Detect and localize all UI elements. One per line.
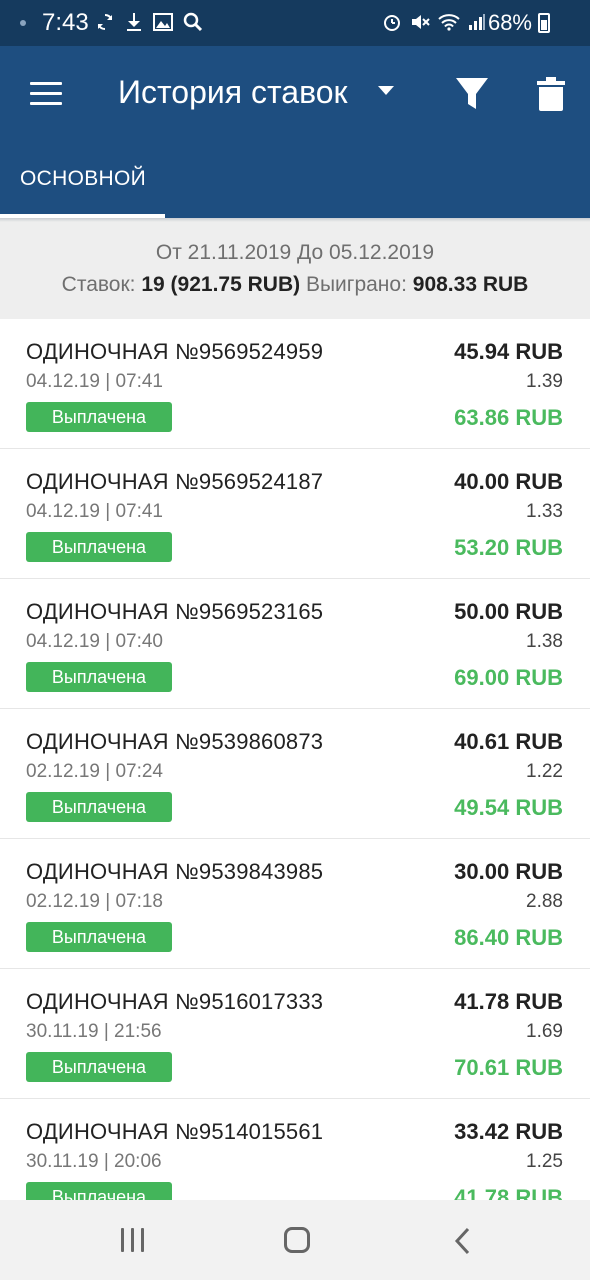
image-icon [153, 13, 173, 31]
bets-value: 19 (921.75 RUB) [141, 273, 301, 296]
recent-apps-button[interactable] [120, 1228, 146, 1252]
filter-icon[interactable] [455, 76, 489, 112]
bet-payout: 49.54 RUB [454, 795, 563, 820]
status-icons-left [95, 12, 203, 32]
bet-payout: 69.00 RUB [454, 665, 563, 690]
bet-stake: 33.42 RUB [454, 1119, 563, 1144]
status-badge: Выплачена [26, 1182, 172, 1200]
notification-dot [20, 20, 26, 26]
bet-date: 02.12.19 | 07:18 [26, 891, 163, 912]
bet-payout: 41.78 RUB [454, 1185, 563, 1200]
battery-icon [538, 13, 550, 33]
status-time: 7:43 [42, 9, 89, 36]
bet-item[interactable]: ОДИНОЧНАЯ №9569524959 04.12.19 | 07:41 В… [0, 319, 590, 449]
bet-stake: 30.00 RUB [454, 859, 563, 884]
recent-apps-icon [141, 1228, 144, 1252]
bet-item[interactable]: ОДИНОЧНАЯ №9539860873 02.12.19 | 07:24 В… [0, 709, 590, 839]
signal-icon [469, 14, 485, 30]
won-value: 908.33 RUB [412, 273, 529, 296]
bet-coefficient: 2.88 [526, 891, 563, 912]
bet-title: ОДИНОЧНАЯ №9514015561 [26, 1119, 324, 1144]
recent-apps-icon [131, 1228, 134, 1252]
download-icon [127, 13, 141, 31]
status-badge: Выплачена [26, 792, 172, 822]
bet-title: ОДИНОЧНАЯ №9569524959 [26, 339, 324, 364]
alarm-icon [384, 15, 400, 31]
bet-date: 02.12.19 | 07:24 [26, 761, 163, 782]
bet-coefficient: 1.69 [526, 1021, 563, 1042]
bets-label: Ставок: [61, 273, 136, 296]
bet-item[interactable]: ОДИНОЧНАЯ №9516017333 30.11.19 | 21:56 В… [0, 969, 590, 1099]
won-label: Выиграно: [305, 273, 407, 296]
summary-totals: Ставок: 19 (921.75 RUB) Выиграно: 908.33… [0, 273, 590, 297]
status-badge: Выплачена [26, 402, 172, 432]
sync-icon [97, 14, 113, 30]
menu-icon-line [30, 102, 62, 105]
bet-stake: 45.94 RUB [454, 339, 563, 364]
appbar-shadow [0, 218, 590, 222]
recent-apps-icon [121, 1228, 124, 1252]
bet-date: 04.12.19 | 07:41 [26, 501, 163, 522]
bet-payout: 63.86 RUB [454, 405, 563, 430]
bet-coefficient: 1.39 [526, 371, 563, 392]
bet-payout: 53.20 RUB [454, 535, 563, 560]
menu-icon-line [30, 92, 62, 95]
wifi-icon [438, 14, 460, 31]
bet-item[interactable]: ОДИНОЧНАЯ №9569524187 04.12.19 | 07:41 В… [0, 449, 590, 579]
bet-list[interactable]: ОДИНОЧНАЯ №9569524959 04.12.19 | 07:41 В… [0, 319, 590, 1200]
menu-button[interactable] [30, 82, 62, 106]
status-badge: Выплачена [26, 662, 172, 692]
system-nav-bar [0, 1200, 590, 1280]
summary-panel: От 21.11.2019 До 05.12.2019 Ставок: 19 (… [0, 218, 590, 319]
bet-stake: 40.00 RUB [454, 469, 563, 494]
bet-coefficient: 1.38 [526, 631, 563, 652]
bet-coefficient: 1.33 [526, 501, 563, 522]
bet-date: 04.12.19 | 07:40 [26, 631, 163, 652]
bet-stake: 40.61 RUB [454, 729, 563, 754]
mute-icon [412, 15, 430, 29]
bet-coefficient: 1.22 [526, 761, 563, 782]
battery-percent: 68% [487, 10, 532, 35]
bet-date: 04.12.19 | 07:41 [26, 371, 163, 392]
bet-title: ОДИНОЧНАЯ №9516017333 [26, 989, 324, 1014]
bet-title: ОДИНОЧНАЯ №9569524187 [26, 469, 324, 494]
bet-payout: 70.61 RUB [454, 1055, 563, 1080]
status-badge: Выплачена [26, 532, 172, 562]
bet-title: ОДИНОЧНАЯ №9539843985 [26, 859, 324, 884]
bet-coefficient: 1.25 [526, 1151, 563, 1172]
app-bar: История ставок ОСНОВНОЙ [0, 46, 590, 218]
bet-stake: 50.00 RUB [454, 599, 563, 624]
dropdown-arrow-icon[interactable] [378, 86, 394, 95]
trash-icon[interactable] [536, 76, 566, 112]
bet-item[interactable]: ОДИНОЧНАЯ №9539843985 02.12.19 | 07:18 В… [0, 839, 590, 969]
bet-title: ОДИНОЧНАЯ №9539860873 [26, 729, 324, 754]
tab-main-label: ОСНОВНОЙ [20, 167, 147, 190]
status-icons-right [382, 12, 486, 32]
bet-item[interactable]: ОДИНОЧНАЯ №9514015561 30.11.19 | 20:06 В… [0, 1099, 590, 1200]
status-badge: Выплачена [26, 922, 172, 952]
bet-date: 30.11.19 | 21:56 [26, 1021, 162, 1042]
status-bar: 7:43 68% [0, 0, 590, 46]
back-icon[interactable] [452, 1227, 474, 1255]
search-icon [183, 12, 203, 32]
bet-date: 30.11.19 | 20:06 [26, 1151, 162, 1172]
bet-stake: 41.78 RUB [454, 989, 563, 1014]
tab-main[interactable]: ОСНОВНОЙ [0, 156, 165, 218]
home-button[interactable] [284, 1227, 310, 1253]
bet-item[interactable]: ОДИНОЧНАЯ №9569523165 04.12.19 | 07:40 В… [0, 579, 590, 709]
bet-payout: 86.40 RUB [454, 925, 563, 950]
summary-period: От 21.11.2019 До 05.12.2019 [155, 241, 435, 264]
status-badge: Выплачена [26, 1052, 172, 1082]
menu-icon-line [30, 82, 62, 85]
page-title[interactable]: История ставок [118, 74, 348, 111]
bet-title: ОДИНОЧНАЯ №9569523165 [26, 599, 324, 624]
